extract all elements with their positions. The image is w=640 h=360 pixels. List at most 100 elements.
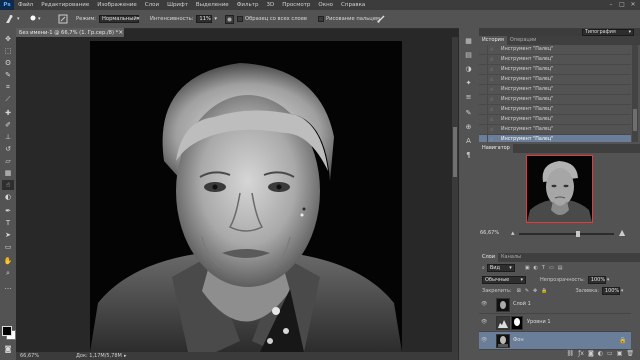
- layer-style-icon[interactable]: ƒx: [578, 350, 584, 360]
- filter-pixel-icon[interactable]: ▣: [525, 265, 530, 271]
- tab-history[interactable]: История: [479, 36, 507, 45]
- history-item[interactable]: ☝ Инструмент "Палец": [479, 125, 631, 135]
- history-item[interactable]: ☝ Инструмент "Палец": [479, 45, 631, 55]
- new-adjustment-icon[interactable]: ◐: [598, 350, 603, 360]
- lock-pixels-icon[interactable]: ✎: [525, 288, 529, 294]
- history-scrollbar[interactable]: [632, 45, 638, 143]
- adjustments-panel-icon[interactable]: ◑: [463, 64, 474, 74]
- history-scroll-thumb[interactable]: [633, 109, 637, 131]
- lock-all-icon[interactable]: 🔒: [541, 288, 547, 294]
- layer-row-selected[interactable]: 👁 Фон 🔒: [479, 332, 631, 350]
- history-item[interactable]: ☝ Инструмент "Палец": [479, 105, 631, 115]
- quick-mask-icon[interactable]: ◙: [2, 344, 14, 354]
- smudge-tool-icon[interactable]: ☝: [2, 180, 14, 190]
- menu-edit[interactable]: Редактирование: [37, 2, 93, 8]
- finger-painting-checkbox[interactable]: [318, 16, 324, 22]
- history-brush-tool-icon[interactable]: ↺: [2, 144, 14, 154]
- filter-kind-select[interactable]: Вид ▾: [486, 264, 515, 272]
- zoom-in-icon[interactable]: ▲: [619, 228, 625, 237]
- tab-channels[interactable]: Каналы: [498, 253, 524, 262]
- lock-transparent-icon[interactable]: ⊠: [517, 288, 521, 294]
- brush-tool-icon[interactable]: ✐: [2, 120, 14, 130]
- clone-source-icon[interactable]: ⊕: [463, 122, 474, 132]
- fill-input[interactable]: 100%: [601, 286, 620, 295]
- pressure-icon[interactable]: [225, 10, 234, 28]
- portrait-photo[interactable]: [90, 41, 402, 352]
- paragraph-panel-icon[interactable]: ¶: [463, 150, 474, 160]
- menu-image[interactable]: Изображение: [93, 2, 141, 8]
- more-tools-icon[interactable]: …: [2, 282, 14, 292]
- menu-help[interactable]: Справка: [337, 2, 369, 8]
- new-layer-icon[interactable]: ▣: [617, 350, 623, 360]
- swatches-panel-icon[interactable]: ▤: [463, 50, 474, 60]
- workspace-select[interactable]: Типография ▾: [582, 29, 634, 36]
- layer-name[interactable]: Слой 1: [513, 296, 531, 313]
- history-item[interactable]: ☝ Инструмент "Палец": [479, 95, 631, 105]
- layer-row[interactable]: 👁 Слой 1: [479, 296, 631, 314]
- history-item[interactable]: ☝ Инструмент "Палец": [479, 55, 631, 65]
- close-button[interactable]: ✕: [628, 0, 638, 10]
- sample-all-layers-checkbox[interactable]: [237, 16, 243, 22]
- lasso-tool-icon[interactable]: ʘ: [2, 58, 14, 68]
- new-group-icon[interactable]: ▭: [607, 350, 613, 360]
- tab-navigator[interactable]: Навигатор: [479, 144, 513, 153]
- color-panel-icon[interactable]: ▦: [463, 36, 474, 46]
- blend-mode-select[interactable]: Обычные ▾: [482, 275, 526, 284]
- brush-presets-icon[interactable]: ✎: [463, 108, 474, 118]
- navigator-preview[interactable]: [526, 155, 593, 223]
- foreground-color-swatch[interactable]: [2, 326, 12, 336]
- navigator-zoom-slider[interactable]: [519, 231, 614, 237]
- intensity-dropdown-icon[interactable]: ▾: [214, 16, 217, 22]
- layer-row[interactable]: 👁 Уровни 1: [479, 314, 631, 332]
- menu-select[interactable]: Выделение: [192, 2, 233, 8]
- zoom-readout[interactable]: 66,67%: [20, 352, 39, 360]
- dodge-tool-icon[interactable]: ◐: [2, 192, 14, 202]
- zoom-slider-knob[interactable]: [576, 231, 580, 237]
- history-item[interactable]: ☝ Инструмент "Палец": [479, 115, 631, 125]
- filter-type-icon[interactable]: T: [542, 265, 545, 271]
- layer-name[interactable]: Уровни 1: [527, 314, 551, 331]
- smudge-tool-preset-icon[interactable]: ▾: [4, 10, 20, 28]
- pen-tool-icon[interactable]: ✒: [2, 206, 14, 216]
- add-mask-icon[interactable]: ◙: [588, 350, 594, 360]
- layer-mask-thumbnail[interactable]: [511, 316, 523, 330]
- crop-tool-icon[interactable]: ⌗: [2, 82, 14, 92]
- tab-actions[interactable]: Операции: [507, 36, 539, 45]
- filter-adjustment-icon[interactable]: ◐: [534, 265, 538, 271]
- visibility-eye-icon[interactable]: 👁: [481, 319, 489, 325]
- close-document-icon[interactable]: ×: [118, 29, 123, 36]
- menu-view[interactable]: Просмотр: [278, 2, 314, 8]
- navigator-zoom-value[interactable]: 66,67%: [480, 230, 499, 236]
- history-item[interactable]: ☝ Инструмент "Палец": [479, 65, 631, 75]
- menu-layers[interactable]: Слои: [141, 2, 163, 8]
- maximize-button[interactable]: □: [617, 0, 627, 10]
- healing-brush-tool-icon[interactable]: ✚: [2, 108, 14, 118]
- move-tool-icon[interactable]: ✥: [2, 34, 14, 44]
- filter-shape-icon[interactable]: ▭: [549, 265, 554, 271]
- visibility-eye-icon[interactable]: 👁: [481, 337, 489, 343]
- canvas-scroll-thumb[interactable]: [453, 127, 457, 177]
- path-select-tool-icon[interactable]: ➤: [2, 230, 14, 240]
- layer-name[interactable]: Фон: [513, 332, 524, 349]
- tablet-pressure-icon[interactable]: [376, 10, 386, 28]
- opacity-input[interactable]: 100%: [587, 275, 606, 284]
- menu-window[interactable]: Окно: [314, 2, 337, 8]
- opacity-dropdown-icon[interactable]: ▾: [607, 277, 610, 283]
- clone-stamp-tool-icon[interactable]: ⊥: [2, 132, 14, 142]
- zoom-out-icon[interactable]: ▴: [511, 229, 515, 237]
- intensity-input[interactable]: 11%: [196, 15, 213, 23]
- delete-layer-icon[interactable]: 🗑: [626, 350, 634, 360]
- eraser-tool-icon[interactable]: ▱: [2, 156, 14, 166]
- menu-type[interactable]: Шрифт: [163, 2, 192, 8]
- gradient-tool-icon[interactable]: ▦: [2, 168, 14, 178]
- history-item[interactable]: ☝ Инструмент "Палец": [479, 75, 631, 85]
- hand-tool-icon[interactable]: ✋: [2, 256, 14, 266]
- styles-panel-icon[interactable]: ✦: [463, 78, 474, 88]
- eyedropper-tool-icon[interactable]: ⟋: [2, 94, 14, 104]
- menu-3d[interactable]: 3D: [262, 2, 278, 8]
- brush-size-picker[interactable]: ▾: [28, 10, 41, 28]
- properties-panel-icon[interactable]: ≡: [463, 92, 474, 102]
- mode-select[interactable]: Нормальный ▾: [99, 15, 139, 23]
- zoom-tool-icon[interactable]: ⌕: [2, 268, 14, 278]
- visibility-eye-icon[interactable]: 👁: [481, 301, 489, 307]
